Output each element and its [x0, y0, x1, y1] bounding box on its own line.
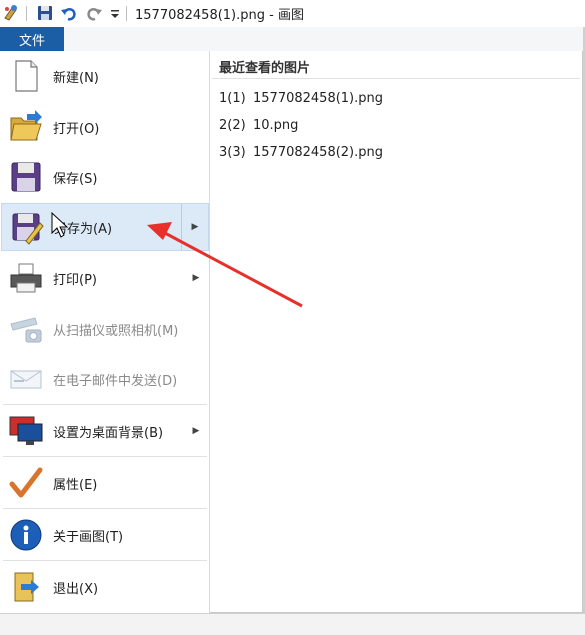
- menu-separator: [3, 560, 207, 561]
- title-separator: [26, 6, 27, 21]
- menu-item-label: 打印(P): [53, 272, 97, 288]
- save-disk-icon: [11, 162, 41, 192]
- menu-item-new[interactable]: 新建(N): [1, 52, 209, 100]
- menu-item-label: 保存(S): [53, 171, 98, 187]
- menu-item-open[interactable]: 打开(O): [1, 103, 209, 151]
- exit-icon: [14, 572, 39, 602]
- menu-item-print[interactable]: 打印(P) ▶: [1, 254, 209, 302]
- menu-item-save[interactable]: 保存(S): [1, 153, 209, 201]
- menu-item-label: 打开(O): [53, 121, 100, 137]
- recent-file-name: 1577082458(2).png: [253, 145, 383, 160]
- menu-item-label: 在电子邮件中发送(D): [53, 373, 178, 389]
- menu-item-save-as[interactable]: 另存为(A) ▶: [1, 203, 209, 251]
- menu-item-exit[interactable]: 退出(X): [1, 563, 209, 611]
- printer-icon: [10, 263, 42, 293]
- redo-icon[interactable]: [85, 4, 103, 22]
- ribbon-tab-strip: 文件: [0, 27, 585, 52]
- submenu-arrow-icon[interactable]: ▶: [183, 254, 209, 302]
- menu-item-email[interactable]: 在电子邮件中发送(D): [1, 355, 209, 403]
- menu-item-label: 另存为(A): [54, 221, 113, 237]
- menu-separator: [3, 456, 207, 457]
- menu-item-label: 从扫描仪或照相机(M): [53, 323, 179, 339]
- recent-file-number: 2(2): [219, 118, 246, 133]
- menu-separator: [3, 404, 207, 405]
- recent-pictures-heading: 最近查看的图片: [219, 61, 311, 76]
- menu-item-about[interactable]: 关于画图(T): [1, 511, 209, 559]
- menu-item-label: 设置为桌面背景(B): [53, 425, 164, 441]
- recent-file-item[interactable]: 3(3) 1577082458(2).png: [219, 145, 383, 160]
- properties-check-icon: [9, 467, 43, 498]
- save-as-icon: [12, 213, 44, 245]
- about-info-icon: [10, 519, 42, 551]
- submenu-arrow-icon[interactable]: ▶: [183, 407, 209, 455]
- recent-file-item[interactable]: 2(2) 10.png: [219, 118, 298, 133]
- menu-item-properties[interactable]: 属性(E): [1, 459, 209, 507]
- scanner-camera-icon: [10, 317, 42, 343]
- submenu-arrow-icon[interactable]: ▶: [181, 204, 208, 250]
- menu-bottom-bar: [0, 613, 585, 635]
- email-icon: [10, 370, 42, 389]
- new-document-icon: [15, 60, 38, 92]
- menu-item-label: 属性(E): [53, 477, 98, 493]
- title-bar: 1577082458(1).png - 画图: [0, 0, 585, 27]
- menu-item-label: 关于画图(T): [53, 529, 124, 545]
- desktop-background-icon: [9, 416, 43, 445]
- menu-item-scanner[interactable]: 从扫描仪或照相机(M): [1, 305, 209, 353]
- menu-item-label: 退出(X): [53, 581, 99, 597]
- menu-item-label: 新建(N): [53, 70, 99, 86]
- file-tab[interactable]: 文件: [0, 27, 64, 51]
- recent-file-name: 1577082458(1).png: [253, 91, 383, 106]
- open-folder-icon: [10, 110, 42, 141]
- paint-app-icon[interactable]: [2, 4, 20, 22]
- recent-heading-divider: [212, 78, 580, 79]
- save-icon[interactable]: [36, 4, 54, 22]
- recent-file-number: 3(3): [219, 145, 246, 160]
- recent-file-item[interactable]: 1(1) 1577082458(1).png: [219, 91, 383, 106]
- recent-file-number: 1(1): [219, 91, 246, 106]
- undo-icon[interactable]: [60, 4, 78, 22]
- menu-separator: [3, 508, 207, 509]
- customize-quick-access-icon[interactable]: [106, 4, 124, 22]
- recent-file-name: 10.png: [253, 118, 299, 133]
- menu-item-desktop-background[interactable]: 设置为桌面背景(B) ▶: [1, 407, 209, 455]
- window-title: 1577082458(1).png - 画图: [135, 8, 304, 23]
- title-separator: [126, 6, 127, 21]
